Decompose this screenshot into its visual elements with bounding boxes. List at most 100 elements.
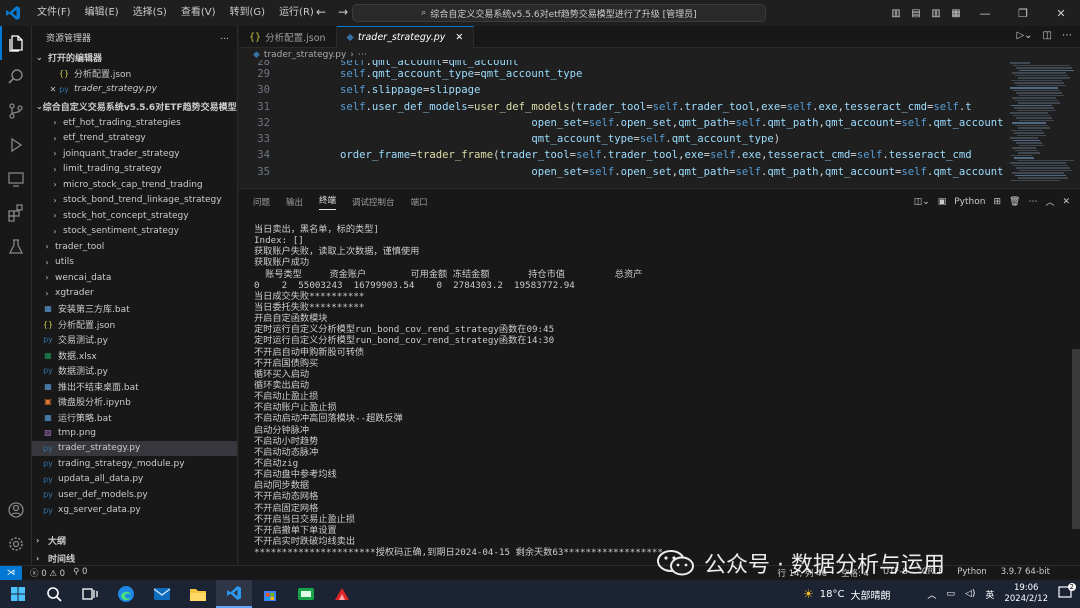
- search-icon[interactable]: [0, 60, 32, 94]
- breadcrumb-symbol[interactable]: ⋯: [358, 50, 367, 60]
- terminal-output[interactable]: 当日卖出，黑名单，标的类型] Index: [] 获取账户失败，读取上次数据，谨慎使…: [254, 224, 1054, 558]
- taskbar-search-icon[interactable]: [36, 580, 72, 608]
- close-panel-icon[interactable]: ✕: [1062, 197, 1070, 207]
- folder-item[interactable]: › stock_hot_concept_strategy: [32, 208, 237, 224]
- split-terminal-icon[interactable]: ◫⌄: [914, 197, 930, 207]
- menu-item[interactable]: 查看(V): [174, 0, 223, 26]
- folder-item[interactable]: › joinquant_trader_strategy: [32, 146, 237, 162]
- settings-gear-icon[interactable]: [0, 527, 32, 561]
- menu-item[interactable]: 转到(G): [223, 0, 273, 26]
- windows-start-icon[interactable]: [0, 580, 36, 608]
- folder-item[interactable]: › stock_bond_trend_linkage_strategy: [32, 193, 237, 209]
- file-item[interactable]: py user_def_models.py: [32, 487, 237, 503]
- python-interpreter[interactable]: 3.9.7 64-bit: [1001, 567, 1050, 579]
- app-red-icon[interactable]: [324, 580, 360, 608]
- edge-browser-icon[interactable]: [108, 580, 144, 608]
- editor-tab[interactable]: {} 分析配置.json: [239, 26, 337, 48]
- toggle-panel-icon[interactable]: ▤: [906, 8, 926, 19]
- notification-icon[interactable]: 2: [1058, 582, 1076, 603]
- new-terminal-icon[interactable]: ⊞: [993, 197, 1001, 207]
- run-debug-icon[interactable]: [0, 128, 32, 162]
- file-item[interactable]: ▦ 数据.xlsx: [32, 348, 237, 364]
- store-icon[interactable]: [252, 580, 288, 608]
- folder-item[interactable]: › limit_trading_strategy: [32, 162, 237, 178]
- mail-icon[interactable]: [144, 580, 180, 608]
- file-item[interactable]: ▣ 微盘股分析.ipynb: [32, 394, 237, 410]
- open-editors-section[interactable]: ⌄ 打开的编辑器: [32, 48, 237, 66]
- menu-item[interactable]: 选择(S): [126, 0, 174, 26]
- menu-item[interactable]: 文件(F): [30, 0, 78, 26]
- close-icon[interactable]: ✕: [48, 85, 58, 94]
- file-item[interactable]: py xg_server_data.py: [32, 503, 237, 519]
- app-green-icon[interactable]: [288, 580, 324, 608]
- back-arrow-icon[interactable]: ←: [316, 5, 326, 19]
- folder-item[interactable]: › xgtrader: [32, 286, 237, 302]
- file-item[interactable]: py 数据测试.py: [32, 363, 237, 379]
- weather-widget[interactable]: ☀ 18°C 大部晴朗: [803, 580, 890, 608]
- ports-indicator[interactable]: ⚲ 0: [73, 567, 87, 579]
- toggle-sidebar-icon[interactable]: ▥: [886, 8, 906, 19]
- more-actions-icon[interactable]: ⋯: [1062, 30, 1072, 41]
- file-item[interactable]: py trading_strategy_module.py: [32, 456, 237, 472]
- file-explorer-icon[interactable]: [180, 580, 216, 608]
- vscode-taskbar-icon[interactable]: [216, 580, 252, 608]
- file-item[interactable]: ▦ 运行策略.bat: [32, 410, 237, 426]
- command-center[interactable]: ⌕ 综合自定义交易系统v5.5.6对etf趋势交易模型进行了升级 [管理员]: [352, 4, 766, 22]
- close-window-button[interactable]: ✕: [1042, 7, 1080, 20]
- task-view-icon[interactable]: [72, 580, 108, 608]
- explorer-icon[interactable]: [0, 26, 32, 60]
- remote-indicator-icon[interactable]: ⋊: [0, 565, 22, 581]
- maximize-panel-icon[interactable]: ︿: [1045, 195, 1054, 208]
- file-item[interactable]: py trader_strategy.py: [32, 440, 237, 456]
- file-item[interactable]: py 交易测试.py: [32, 332, 237, 348]
- minimize-button[interactable]: —: [966, 7, 1004, 20]
- more-actions-icon[interactable]: ...: [220, 32, 229, 42]
- network-icon[interactable]: ▭: [946, 589, 955, 599]
- clock[interactable]: 19:06 2024/2/12: [1004, 583, 1048, 605]
- open-editor-item[interactable]: ✕ py trader_strategy.py: [32, 82, 237, 98]
- folder-item[interactable]: › utils: [32, 255, 237, 271]
- project-section[interactable]: ⌄ 综合自定义交易系统v5.5.6对ETF趋势交易模型进行了...: [32, 97, 237, 115]
- account-icon[interactable]: [0, 493, 32, 527]
- source-control-icon[interactable]: [0, 94, 32, 128]
- menu-item[interactable]: 运行(R): [272, 0, 321, 26]
- folder-item[interactable]: › etf_hot_trading_strategies: [32, 115, 237, 131]
- file-item[interactable]: {} 分析配置.json: [32, 317, 237, 333]
- toggle-secondary-sidebar-icon[interactable]: ▥: [926, 8, 946, 19]
- folder-item[interactable]: › wencai_data: [32, 270, 237, 286]
- run-python-icon[interactable]: ▷⌄: [1016, 30, 1032, 41]
- close-icon[interactable]: ✕: [455, 32, 463, 43]
- maximize-button[interactable]: ❐: [1004, 7, 1042, 20]
- tray-overflow-icon[interactable]: ︿: [927, 588, 936, 601]
- editor-tab[interactable]: ◆ trader_strategy.py ✕: [336, 26, 475, 48]
- trash-icon[interactable]: 🗑: [1009, 197, 1020, 207]
- folder-item[interactable]: › micro_stock_cap_trend_trading: [32, 177, 237, 193]
- remote-explorer-icon[interactable]: [0, 162, 32, 196]
- language-mode[interactable]: Python: [957, 567, 986, 579]
- file-item[interactable]: ▦ 安装第三方库.bat: [32, 301, 237, 317]
- problems-indicator[interactable]: ⓧ 0 ⚠ 0: [30, 567, 65, 579]
- timeline-section[interactable]: › 时间线: [32, 549, 237, 565]
- file-item[interactable]: ▦ 推出不结束桌面.bat: [32, 379, 237, 395]
- testing-flask-icon[interactable]: [0, 230, 32, 264]
- folder-item[interactable]: › etf_trend_strategy: [32, 131, 237, 147]
- customize-layout-icon[interactable]: ▦: [946, 8, 966, 19]
- panel-tab[interactable]: 调试控制台: [352, 196, 395, 208]
- extensions-icon[interactable]: [0, 196, 32, 230]
- folder-item[interactable]: › stock_sentiment_strategy: [32, 224, 237, 240]
- volume-icon[interactable]: ◁): [965, 589, 975, 599]
- folder-item[interactable]: › trader_tool: [32, 239, 237, 255]
- terminal-scrollbar[interactable]: [1072, 349, 1080, 529]
- input-method[interactable]: 英: [985, 588, 994, 601]
- panel-tab[interactable]: 端口: [411, 196, 428, 208]
- more-actions-icon[interactable]: ⋯: [1028, 197, 1037, 207]
- forward-arrow-icon[interactable]: →: [338, 5, 348, 19]
- split-editor-icon[interactable]: ◫: [1043, 30, 1052, 41]
- terminal-shell-label[interactable]: Python: [954, 197, 985, 207]
- code-view[interactable]: 28 self.qmt_account=qmt_account 29 self.qmt…: [239, 60, 1009, 188]
- file-item[interactable]: ▨ tmp.png: [32, 425, 237, 441]
- panel-tab[interactable]: 问题: [253, 196, 270, 208]
- panel-tab[interactable]: 终端: [319, 194, 337, 210]
- panel-tab[interactable]: 输出: [286, 196, 303, 208]
- open-editor-item[interactable]: {} 分析配置.json: [32, 66, 237, 82]
